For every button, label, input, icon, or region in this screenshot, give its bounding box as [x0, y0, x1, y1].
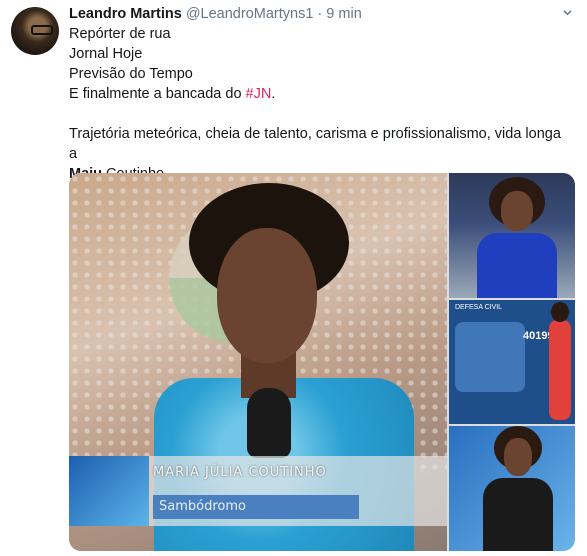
line4-prefix: E finalmente a bancada do: [69, 86, 246, 102]
line4-suffix: .: [271, 86, 276, 102]
side-photo-1[interactable]: [449, 173, 575, 298]
caption-name: MARIA JÚLIA COUTINHO: [153, 465, 327, 480]
tweet-line: Previsão do Tempo: [69, 66, 193, 82]
avatar-glasses: [31, 25, 53, 35]
microphone: [247, 388, 291, 458]
tweet-line: Jornal Hoje: [69, 46, 143, 62]
reporter-face: [217, 228, 317, 363]
main-photo[interactable]: MARIA JÚLIA COUTINHO Sambódromo: [69, 173, 447, 551]
side-photo-3[interactable]: [449, 426, 575, 551]
tweet-line: Repórter de rua: [69, 26, 171, 42]
side-photo-2[interactable]: DEFESA CIVIL 40199: [449, 300, 575, 424]
tweet-media: MARIA JÚLIA COUTINHO Sambódromo DEFESA C…: [69, 173, 575, 551]
channel-logo: [69, 456, 149, 526]
author-name[interactable]: Leandro Martins: [69, 6, 182, 22]
tweet-line: E finalmente a bancada do #JN.: [69, 84, 569, 104]
map-graphic: [455, 322, 525, 392]
tweet-header: Leandro Martins @LeandroMartyns1 · 9 min: [69, 5, 362, 23]
presenter-red-suit: [549, 320, 571, 420]
tweet-text: Repórter de rua Jornal Hoje Previsão do …: [69, 24, 569, 184]
para2-text: Trajetória meteórica, cheia de talento, …: [69, 126, 561, 162]
caption-place: Sambódromo: [153, 495, 359, 519]
side2-header: DEFESA CIVIL: [455, 304, 503, 311]
chevron-down-icon[interactable]: [563, 8, 572, 17]
author-avatar[interactable]: [11, 7, 59, 55]
hashtag-link[interactable]: #JN: [246, 86, 272, 102]
header-separator: ·: [317, 6, 323, 22]
author-handle[interactable]: @LeandroMartyns1: [186, 6, 314, 22]
tweet-timestamp[interactable]: 9 min: [326, 6, 361, 22]
